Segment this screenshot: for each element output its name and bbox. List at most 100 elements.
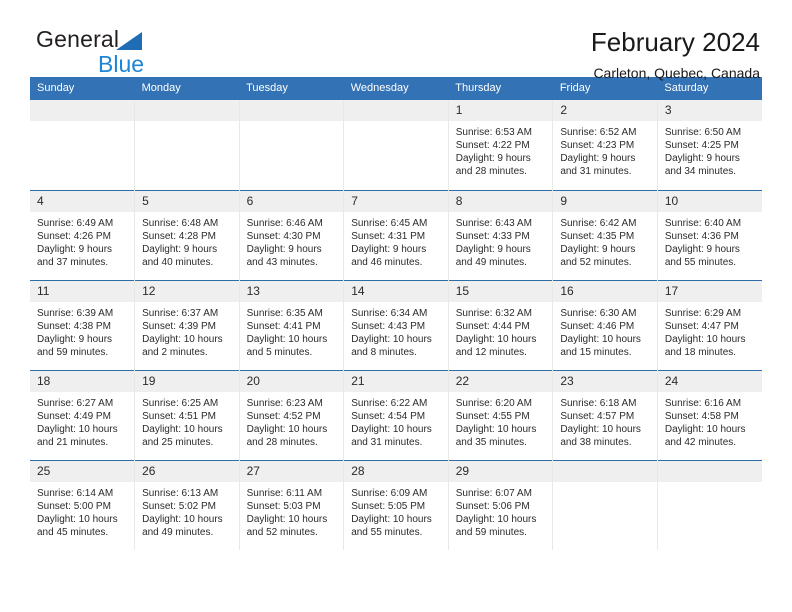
calendar-day-cell[interactable]: 3 Sunrise: 6:50 AM Sunset: 4:25 PM Daylight… — [657, 100, 762, 190]
calendar-day-cell[interactable]: 29 Sunrise: 6:07 AM Sunset: 5:06 PM Dayligh… — [448, 459, 554, 550]
daylight-text: Daylight: 9 hours and 37 minutes. — [37, 243, 113, 268]
sunrise-text: Sunrise: 6:14 AM — [37, 487, 114, 499]
calendar-day-cell[interactable]: 16 Sunrise: 6:30 AM Sunset: 4:46 PM Dayligh… — [552, 279, 658, 370]
sunrise-text: Sunrise: 6:35 AM — [246, 307, 323, 319]
calendar-day-cell[interactable]: 1 Sunrise: 6:53 AM Sunset: 4:22 PM Daylight… — [448, 100, 554, 190]
calendar-day-cell[interactable]: 4 Sunrise: 6:49 AM Sunset: 4:26 PM Daylight… — [30, 189, 136, 280]
day-number: 18 — [30, 370, 135, 392]
calendar-day-cell[interactable]: 13 Sunrise: 6:35 AM Sunset: 4:41 PM Dayligh… — [239, 279, 345, 370]
day-sun-info: Sunrise: 6:27 AM Sunset: 4:49 PM Daylight:… — [30, 392, 134, 449]
daylight-text: Daylight: 9 hours and 40 minutes. — [142, 243, 218, 268]
sunset-text: Sunset: 4:51 PM — [142, 410, 216, 422]
day-number: 6 — [239, 190, 344, 212]
day-number: 27 — [239, 460, 344, 482]
sunrise-text: Sunrise: 6:48 AM — [142, 217, 219, 229]
daylight-text: Daylight: 9 hours and 43 minutes. — [246, 243, 322, 268]
calendar-day-cell[interactable]: 24 Sunrise: 6:16 AM Sunset: 4:58 PM Dayligh… — [657, 369, 762, 460]
calendar-empty-cell — [343, 100, 449, 190]
calendar-day-cell[interactable]: 25 Sunrise: 6:14 AM Sunset: 5:00 PM Dayligh… — [30, 459, 136, 550]
calendar-body: 1 Sunrise: 6:53 AM Sunset: 4:22 PM Daylight… — [30, 100, 762, 550]
calendar-day-cell[interactable]: 22 Sunrise: 6:20 AM Sunset: 4:55 PM Dayligh… — [448, 369, 554, 460]
calendar-day-cell[interactable]: 20 Sunrise: 6:23 AM Sunset: 4:52 PM Dayligh… — [239, 369, 345, 460]
day-sun-info: Sunrise: 6:48 AM Sunset: 4:28 PM Daylight:… — [135, 212, 239, 269]
day-sun-info: Sunrise: 6:25 AM Sunset: 4:51 PM Daylight:… — [135, 392, 239, 449]
calendar-day-cell[interactable]: 21 Sunrise: 6:22 AM Sunset: 4:54 PM Dayligh… — [343, 369, 449, 460]
sunset-text: Sunset: 4:39 PM — [142, 320, 216, 332]
sunrise-text: Sunrise: 6:25 AM — [142, 397, 219, 409]
weekday-header-monday: Monday — [134, 77, 240, 100]
daylight-text: Daylight: 10 hours and 52 minutes. — [246, 513, 328, 538]
page-title: February 2024 — [590, 27, 760, 57]
sunrise-text: Sunrise: 6:42 AM — [560, 217, 637, 229]
sunrise-text: Sunrise: 6:52 AM — [560, 127, 637, 138]
calendar-day-cell[interactable]: 18 Sunrise: 6:27 AM Sunset: 4:49 PM Dayligh… — [30, 369, 136, 460]
calendar-week-row: 1 Sunrise: 6:53 AM Sunset: 4:22 PM Daylight… — [30, 100, 762, 190]
calendar-day-cell[interactable]: 5 Sunrise: 6:48 AM Sunset: 4:28 PM Daylight… — [134, 189, 240, 280]
calendar-day-cell[interactable]: 8 Sunrise: 6:43 AM Sunset: 4:33 PM Daylight… — [448, 189, 554, 280]
sunrise-text: Sunrise: 6:16 AM — [664, 397, 742, 409]
calendar-day-cell[interactable]: 17 Sunrise: 6:29 AM Sunset: 4:47 PM Dayligh… — [657, 279, 762, 370]
sunrise-text: Sunrise: 6:30 AM — [560, 307, 637, 319]
day-sun-info: Sunrise: 6:32 AM Sunset: 4:44 PM Daylight:… — [449, 302, 553, 359]
day-sun-info: Sunrise: 6:29 AM Sunset: 4:47 PM Daylight:… — [658, 302, 762, 359]
calendar-day-cell[interactable]: 19 Sunrise: 6:25 AM Sunset: 4:51 PM Dayligh… — [134, 369, 240, 460]
calendar-day-cell[interactable]: 11 Sunrise: 6:39 AM Sunset: 4:38 PM Dayligh… — [30, 279, 136, 370]
sunrise-text: Sunrise: 6:40 AM — [664, 217, 742, 229]
calendar-empty-cell — [657, 459, 762, 550]
sunset-text: Sunset: 5:00 PM — [37, 500, 111, 512]
calendar-table: Sunday Monday Tuesday Wednesday Thursday… — [30, 77, 762, 550]
sunset-text: Sunset: 4:54 PM — [351, 410, 426, 422]
triangle-icon — [116, 32, 143, 50]
calendar-day-cell[interactable]: 23 Sunrise: 6:18 AM Sunset: 4:57 PM Dayligh… — [552, 369, 658, 460]
calendar-day-cell[interactable]: 9 Sunrise: 6:42 AM Sunset: 4:35 PM Daylight… — [552, 189, 658, 280]
brand-logo[interactable]: General Blue — [30, 28, 236, 76]
sunset-text: Sunset: 5:02 PM — [142, 500, 216, 512]
day-sun-info: Sunrise: 6:43 AM Sunset: 4:33 PM Daylight:… — [449, 212, 553, 269]
sunset-text: Sunset: 5:05 PM — [351, 500, 426, 512]
sunset-text: Sunset: 4:28 PM — [142, 230, 216, 242]
day-number: 16 — [553, 280, 657, 302]
day-number: 10 — [657, 190, 762, 212]
day-number: 17 — [657, 280, 762, 302]
calendar-week-row: 25 Sunrise: 6:14 AM Sunset: 5:00 PM Dayligh… — [30, 459, 762, 550]
sunrise-text: Sunrise: 6:07 AM — [455, 487, 532, 499]
day-number: 15 — [448, 280, 553, 302]
calendar-day-cell[interactable]: 14 Sunrise: 6:34 AM Sunset: 4:43 PM Dayligh… — [343, 279, 449, 370]
sunrise-text: Sunrise: 6:39 AM — [37, 307, 114, 319]
calendar-day-cell[interactable]: 10 Sunrise: 6:40 AM Sunset: 4:36 PM Dayligh… — [657, 189, 762, 280]
sunset-text: Sunset: 5:06 PM — [455, 500, 530, 512]
calendar-page: General Blue February 2024 Carleton, Que… — [0, 0, 792, 612]
day-sun-info: Sunrise: 6:11 AM Sunset: 5:03 PM Daylight:… — [240, 482, 344, 539]
sunset-text: Sunset: 4:58 PM — [664, 410, 739, 422]
day-number: 13 — [239, 280, 344, 302]
calendar-day-cell[interactable]: 12 Sunrise: 6:37 AM Sunset: 4:39 PM Dayligh… — [134, 279, 240, 370]
daylight-text: Daylight: 9 hours and 46 minutes. — [351, 243, 427, 268]
daylight-text: Daylight: 10 hours and 12 minutes. — [455, 333, 537, 358]
daylight-text: Daylight: 10 hours and 8 minutes. — [351, 333, 432, 358]
calendar-day-cell[interactable]: 2 Sunrise: 6:52 AM Sunset: 4:23 PM Daylight… — [552, 100, 658, 190]
daylight-text: Daylight: 10 hours and 59 minutes. — [455, 513, 537, 538]
calendar-day-cell[interactable]: 26 Sunrise: 6:13 AM Sunset: 5:02 PM Dayligh… — [134, 459, 240, 550]
day-number: 1 — [448, 100, 553, 121]
day-number — [344, 100, 448, 121]
calendar-day-cell[interactable]: 7 Sunrise: 6:45 AM Sunset: 4:31 PM Daylight… — [343, 189, 449, 280]
day-number: 29 — [448, 460, 553, 482]
daylight-text: Daylight: 10 hours and 2 minutes. — [142, 333, 223, 358]
calendar-day-cell[interactable]: 27 Sunrise: 6:11 AM Sunset: 5:03 PM Dayligh… — [239, 459, 345, 550]
calendar-day-cell[interactable]: 15 Sunrise: 6:32 AM Sunset: 4:44 PM Dayligh… — [448, 279, 554, 370]
day-number: 24 — [657, 370, 762, 392]
day-number — [30, 100, 135, 121]
sunrise-text: Sunrise: 6:46 AM — [246, 217, 323, 229]
sunset-text: Sunset: 4:22 PM — [455, 140, 530, 151]
day-sun-info: Sunrise: 6:23 AM Sunset: 4:52 PM Daylight:… — [240, 392, 344, 449]
weekday-header-thursday: Thursday — [448, 77, 553, 100]
day-sun-info: Sunrise: 6:46 AM Sunset: 4:30 PM Daylight:… — [240, 212, 344, 269]
day-number: 3 — [657, 100, 762, 121]
weekday-header-tuesday: Tuesday — [239, 77, 344, 100]
daylight-text: Daylight: 9 hours and 59 minutes. — [37, 333, 113, 358]
daylight-text: Daylight: 10 hours and 45 minutes. — [37, 513, 118, 538]
calendar-day-cell[interactable]: 28 Sunrise: 6:09 AM Sunset: 5:05 PM Dayligh… — [343, 459, 449, 550]
calendar-day-cell[interactable]: 6 Sunrise: 6:46 AM Sunset: 4:30 PM Daylight… — [239, 189, 345, 280]
day-number: 14 — [344, 280, 448, 302]
day-sun-info: Sunrise: 6:37 AM Sunset: 4:39 PM Daylight:… — [135, 302, 239, 359]
